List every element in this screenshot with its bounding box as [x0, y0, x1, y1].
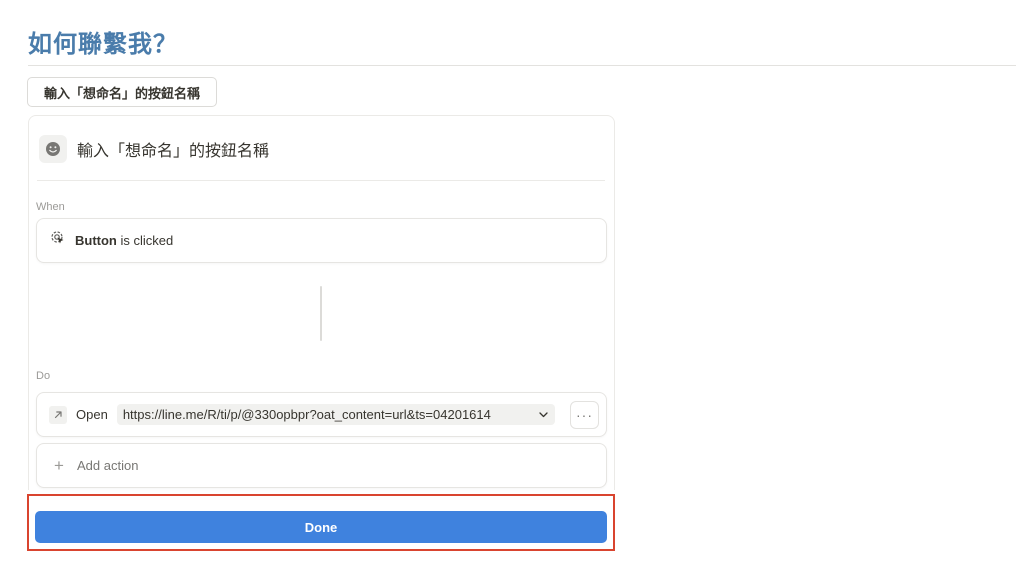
page-title: 如何聯繫我？ — [28, 30, 178, 58]
done-button[interactable]: Done — [35, 511, 607, 543]
cursor-click-icon — [51, 231, 65, 250]
title-divider — [28, 65, 1016, 66]
add-action-label: Add action — [77, 458, 139, 473]
header-divider — [37, 180, 605, 181]
trigger-text: Button is clicked — [75, 233, 173, 248]
trigger-subject: Button — [75, 233, 117, 248]
when-label: When — [36, 201, 65, 213]
automation-panel: 輸入「想命名」的按鈕名稱 When Button is clicked Do O… — [28, 115, 615, 490]
action-verb: Open — [76, 407, 108, 422]
trigger-predicate: is clicked — [120, 233, 174, 248]
arrow-up-right-icon — [49, 405, 67, 424]
chevron-down-icon — [538, 409, 549, 420]
trigger-card[interactable]: Button is clicked — [36, 218, 607, 263]
plus-icon: + — [54, 455, 64, 475]
url-value: https://line.me/R/ti/p/@330opbpr?oat_con… — [122, 407, 491, 422]
smiley-face-icon[interactable] — [39, 135, 67, 163]
automation-name[interactable]: 輸入「想命名」的按鈕名稱 — [77, 137, 269, 161]
automation-header: 輸入「想命名」的按鈕名稱 — [39, 132, 269, 166]
button-block[interactable]: 輸入「想命名」的按鈕名稱 — [27, 77, 217, 107]
url-select[interactable]: https://line.me/R/ti/p/@330opbpr?oat_con… — [116, 404, 555, 425]
do-label: Do — [36, 370, 51, 382]
more-dots-icon[interactable]: ··· — [570, 401, 599, 429]
action-card[interactable]: Open https://line.me/R/ti/p/@330opbpr?oa… — [36, 392, 607, 437]
flow-connector — [320, 286, 322, 341]
add-action-button[interactable]: + Add action — [36, 443, 607, 488]
